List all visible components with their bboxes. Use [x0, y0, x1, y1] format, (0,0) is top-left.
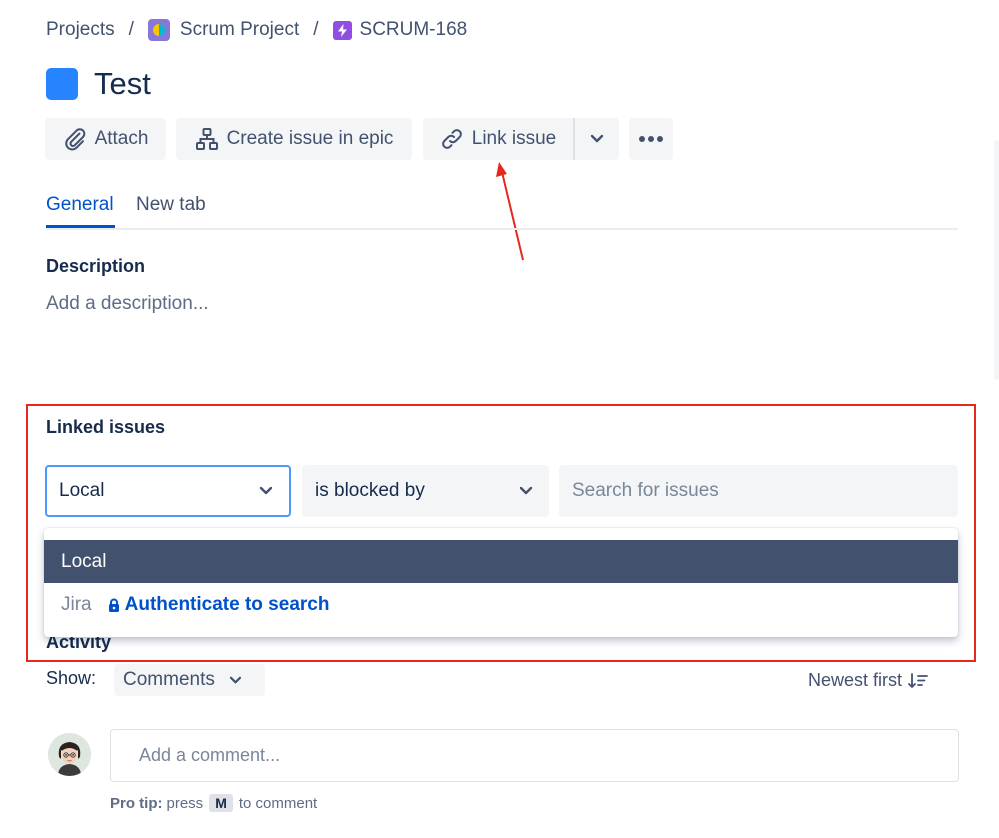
tab-new-tab[interactable]: New tab	[136, 194, 206, 216]
chevron-down-icon	[590, 134, 604, 143]
chevron-down-icon	[229, 676, 241, 683]
sort-order-label: Newest first	[808, 670, 903, 690]
user-avatar[interactable]	[48, 733, 91, 776]
scrollbar[interactable]	[994, 140, 999, 380]
authenticate-to-search-label: Authenticate to search	[124, 594, 330, 615]
link-source-menu: Local Jira Authenticate to search	[44, 528, 958, 637]
description-heading: Description	[46, 256, 146, 276]
epic-type-icon	[46, 68, 78, 100]
breadcrumb-separator: /	[128, 19, 134, 40]
issue-title[interactable]: Test	[94, 66, 151, 102]
more-icon	[639, 136, 663, 142]
issue-header: Test	[46, 66, 151, 102]
pro-tip-press: press	[166, 794, 204, 812]
menu-option-jira-label: Jira	[61, 594, 92, 615]
comment-input[interactable]: Add a comment...	[110, 729, 959, 782]
activity-filter-value: Comments	[123, 669, 215, 690]
menu-option-local[interactable]: Local	[44, 540, 958, 583]
create-issue-in-epic-button[interactable]: Create issue in epic	[176, 118, 412, 160]
breadcrumb-project[interactable]: Scrum Project	[180, 19, 299, 41]
sort-icon	[908, 672, 928, 688]
pro-tip-suffix: to comment	[238, 794, 318, 812]
create-issue-in-epic-label: Create issue in epic	[226, 128, 394, 149]
show-label: Show:	[46, 668, 97, 688]
more-actions-button[interactable]	[629, 118, 673, 160]
authenticate-to-search-link[interactable]: Authenticate to search	[108, 594, 330, 616]
chevron-down-icon	[519, 486, 533, 495]
link-source-value: Local	[59, 480, 105, 501]
tab-bar: General New tab	[46, 194, 958, 230]
activity-filter-select[interactable]: Comments	[114, 664, 265, 696]
link-issue-dropdown-button[interactable]	[575, 118, 619, 160]
link-issue-button[interactable]: Link issue	[423, 118, 573, 160]
pro-tip-label: Pro tip:	[110, 794, 163, 812]
subtask-type-icon	[332, 20, 352, 40]
active-tab-indicator	[46, 225, 115, 228]
attach-label: Attach	[94, 128, 149, 149]
pro-tip: Pro tip: press M to comment	[110, 794, 317, 812]
breadcrumb-projects[interactable]: Projects	[46, 19, 115, 41]
link-type-value: is blocked by	[315, 480, 425, 501]
lock-icon	[108, 598, 119, 612]
link-source-select[interactable]: Local	[45, 465, 291, 517]
link-type-select[interactable]: is blocked by	[302, 465, 549, 517]
linked-issues-heading: Linked issues	[46, 417, 166, 437]
attach-button[interactable]: Attach	[45, 118, 166, 160]
keyboard-shortcut-key: M	[209, 794, 233, 812]
menu-option-jira[interactable]: Jira Authenticate to search	[44, 586, 329, 624]
project-avatar-icon	[147, 19, 170, 41]
paperclip-icon	[64, 128, 85, 151]
tab-general[interactable]: General	[46, 194, 114, 216]
breadcrumb-issue-key[interactable]: SCRUM-168	[360, 19, 468, 41]
link-issue-label: Link issue	[471, 128, 557, 149]
breadcrumb: Projects / Scrum Project / SCRUM-168	[46, 16, 467, 44]
link-icon	[441, 129, 462, 149]
hierarchy-icon	[195, 128, 218, 150]
sort-order-button[interactable]: Newest first	[808, 670, 928, 691]
issue-search-input[interactable]: Search for issues	[559, 465, 958, 517]
breadcrumb-separator: /	[313, 19, 319, 40]
description-field[interactable]: Add a description...	[46, 293, 209, 315]
chevron-down-icon	[259, 486, 273, 495]
